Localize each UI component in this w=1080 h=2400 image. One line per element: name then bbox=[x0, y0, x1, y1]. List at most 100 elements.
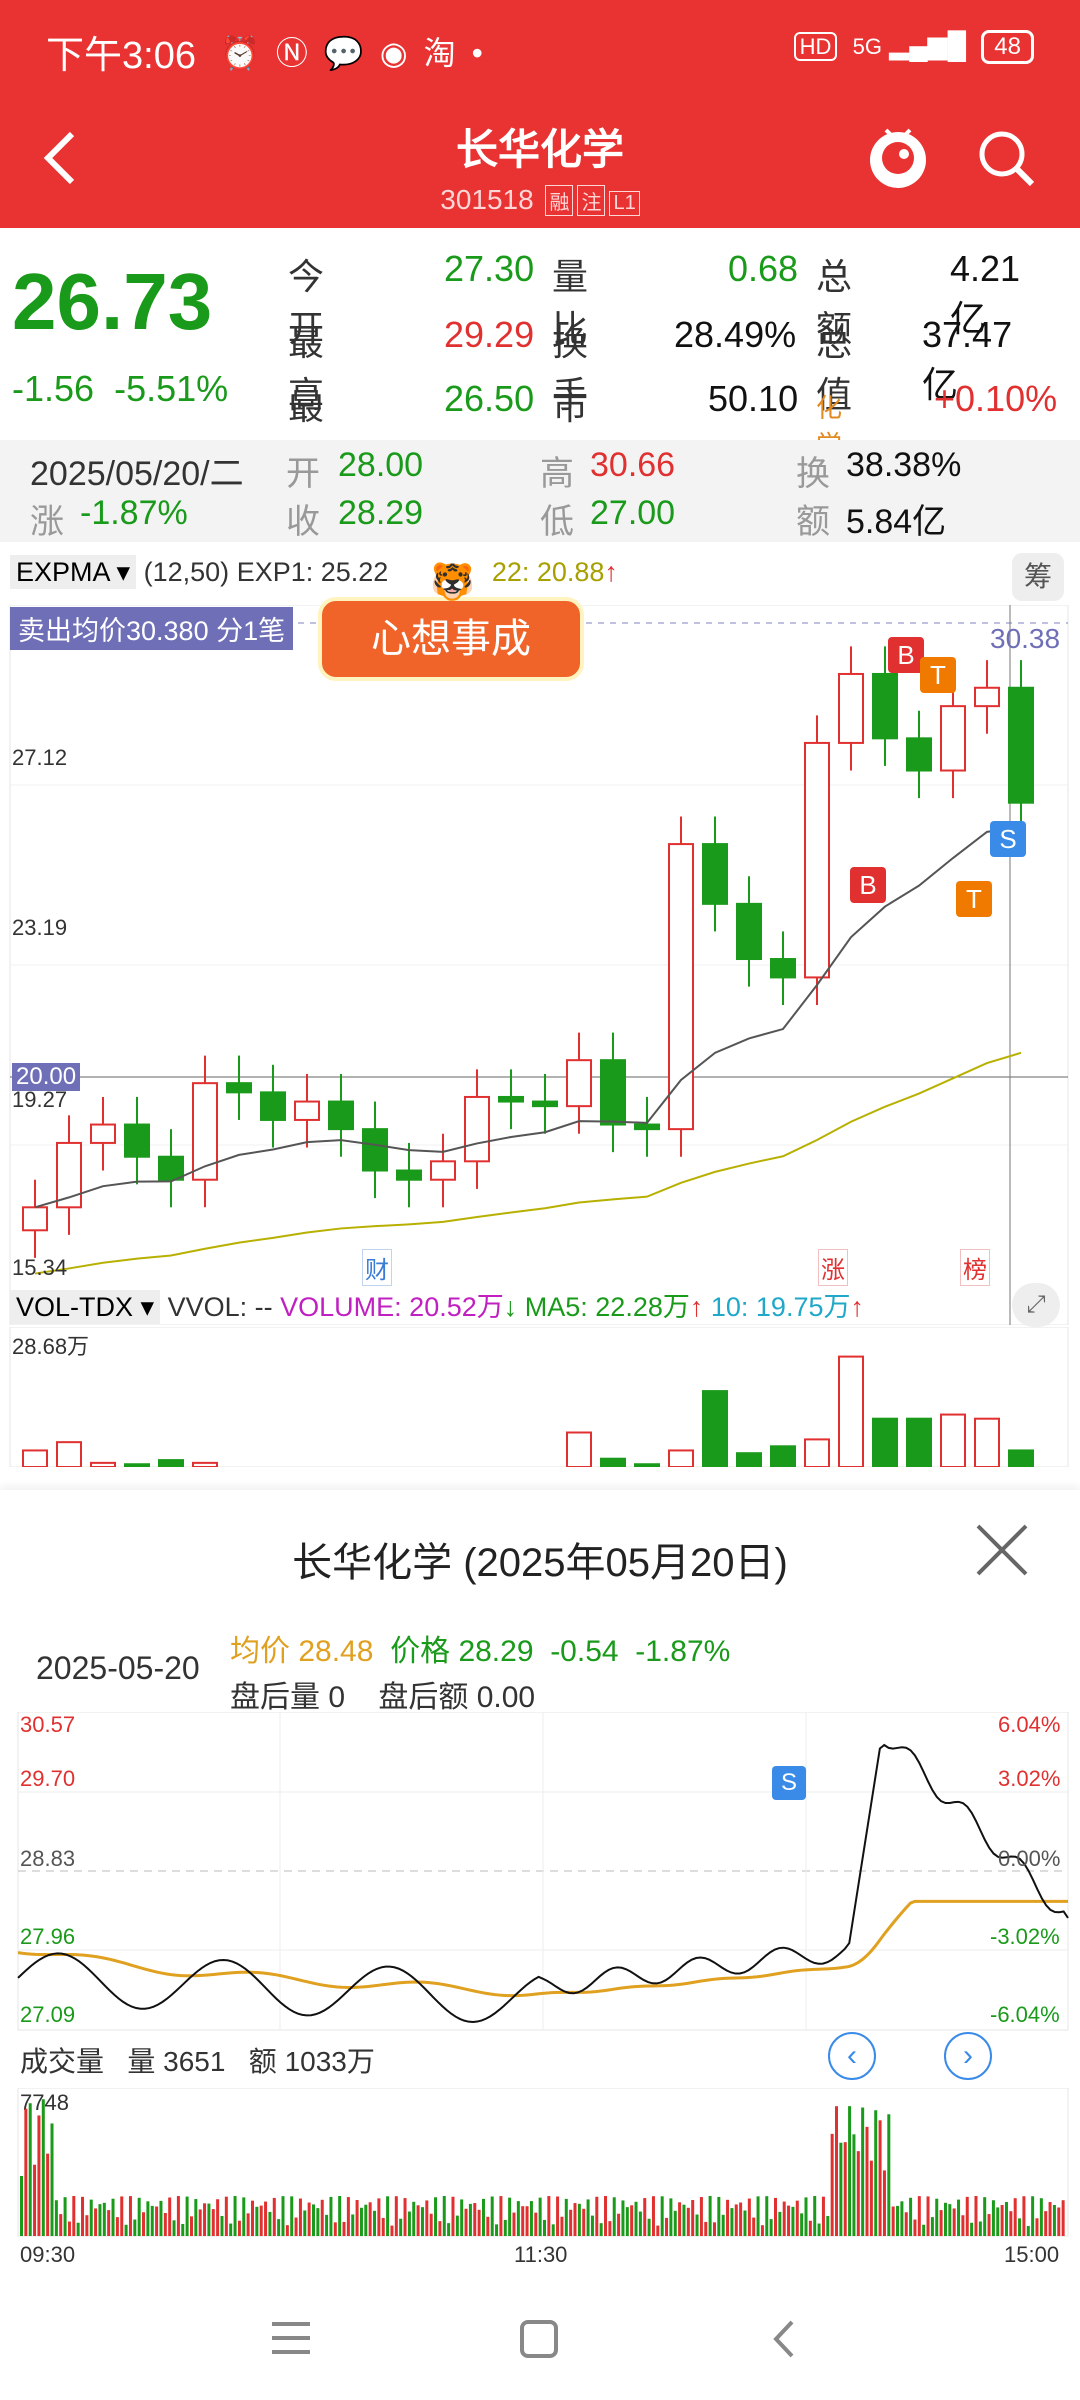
candle-body bbox=[90, 1123, 116, 1144]
intraday-volume-bar bbox=[734, 2204, 738, 2236]
intraday-volume-bar bbox=[882, 2170, 886, 2236]
intraday-volume-bar bbox=[403, 2198, 407, 2236]
kline-indicator-line: EXPMA ▾ (12,50) EXP1: 25.22 22: 20.88↑ bbox=[10, 555, 618, 589]
intraday-volume-bar bbox=[773, 2197, 777, 2236]
close-button[interactable] bbox=[972, 1520, 1032, 1580]
intraday-volume-bar bbox=[564, 2198, 568, 2236]
search-button[interactable] bbox=[976, 128, 1036, 188]
intraday-volume-bar bbox=[856, 2151, 860, 2236]
intraday-volume-bar bbox=[708, 2196, 712, 2236]
intraday-volume-bar bbox=[878, 2120, 882, 2236]
candle-body bbox=[294, 1100, 320, 1121]
sell-badge[interactable]: S bbox=[990, 821, 1026, 857]
intraday-volume-bar bbox=[869, 2160, 873, 2236]
intraday-volume-bar bbox=[290, 2196, 294, 2236]
intraday-volume-bar bbox=[538, 2197, 542, 2236]
prev-day-button[interactable]: ‹ bbox=[828, 2032, 876, 2080]
buy-badge-2[interactable]: B bbox=[850, 867, 886, 903]
volume-bar bbox=[906, 1417, 932, 1467]
menu-button[interactable] bbox=[266, 2314, 316, 2364]
intraday-volume-bar bbox=[102, 2202, 106, 2236]
intraday-volume-bar bbox=[948, 2204, 952, 2236]
intraday-volume-bar bbox=[909, 2197, 913, 2236]
intraday-volume-bar bbox=[150, 2205, 154, 2236]
intraday-volume-bar bbox=[98, 2204, 102, 2236]
intraday-volume-bar bbox=[699, 2197, 703, 2236]
volume-bar bbox=[56, 1441, 82, 1467]
intraday-volume-bar bbox=[904, 2212, 908, 2236]
intraday-volume-bar bbox=[922, 2224, 926, 2236]
next-day-button[interactable]: › bbox=[944, 2032, 992, 2080]
intraday-volume-bar bbox=[534, 2212, 538, 2236]
intraday-volume-bar bbox=[634, 2201, 638, 2236]
intraday-volume-bar bbox=[399, 2218, 403, 2236]
intraday-volume-bar bbox=[325, 2214, 329, 2236]
intraday-volume-bar bbox=[1039, 2198, 1043, 2236]
intraday-volume-bar bbox=[608, 2221, 612, 2236]
t-badge-1[interactable]: T bbox=[920, 657, 956, 693]
intraday-volume-bar bbox=[577, 2203, 581, 2236]
intraday-volume-bar bbox=[163, 2212, 167, 2236]
intraday-volume-bar bbox=[438, 2221, 442, 2236]
intraday-volume-bar bbox=[974, 2196, 978, 2236]
intraday-volume-bar bbox=[543, 2219, 546, 2236]
intraday-volume-bar bbox=[316, 2208, 320, 2236]
intraday-volume-bar bbox=[224, 2196, 228, 2236]
intraday-volume-bar bbox=[237, 2220, 241, 2236]
fullscreen-icon[interactable]: ⤢ bbox=[1012, 1283, 1060, 1327]
intraday-volume-bar bbox=[246, 2213, 250, 2236]
chip-distribution-button[interactable]: 筹 bbox=[1012, 553, 1064, 601]
intraday-volume-bar bbox=[242, 2197, 246, 2236]
intraday-volume-bar bbox=[582, 2208, 586, 2236]
kline-chart-area[interactable]: EXPMA ▾ (12,50) EXP1: 25.22 22: 20.88↑ 筹… bbox=[0, 545, 1080, 1495]
intraday-volume-bar bbox=[965, 2196, 969, 2236]
intraday-volume-bar bbox=[1000, 2205, 1004, 2236]
intraday-volume-bar bbox=[1009, 2211, 1013, 2236]
tag-zhu: 注 bbox=[577, 185, 606, 216]
marker-zhang[interactable]: 涨 bbox=[818, 1249, 848, 1286]
intraday-volume-bar bbox=[865, 2126, 869, 2236]
intraday-volume-bar bbox=[320, 2199, 324, 2236]
intraday-volume-svg bbox=[17, 2088, 1069, 2237]
intraday-volume-bar bbox=[312, 2204, 316, 2236]
intraday-volume-bar bbox=[756, 2196, 760, 2236]
candle-body bbox=[906, 737, 932, 772]
intraday-volume-bar bbox=[651, 2196, 655, 2236]
intraday-volume-bar bbox=[861, 2107, 865, 2236]
intraday-volume-bar bbox=[808, 2220, 812, 2236]
t-badge-2[interactable]: T bbox=[956, 881, 992, 917]
intraday-sell-badge[interactable]: S bbox=[772, 1766, 806, 1800]
intraday-volume-bar bbox=[791, 2206, 795, 2236]
intraday-volume-bar bbox=[259, 2205, 263, 2236]
current-price: 26.73 bbox=[12, 257, 213, 346]
intraday-volume-bar bbox=[33, 2164, 37, 2236]
intraday-volume-bar bbox=[303, 2210, 307, 2236]
marker-bang[interactable]: 榜 bbox=[960, 1249, 990, 1286]
taobao-icon: 淘 bbox=[423, 35, 472, 71]
robot-assistant-button[interactable] bbox=[866, 122, 930, 192]
alarm-icon: ⏰ bbox=[220, 35, 276, 71]
intraday-volume-bar bbox=[747, 2198, 751, 2236]
intraday-volume-bar bbox=[913, 2219, 917, 2236]
vol-indicator-select[interactable]: VOL-TDX ▾ bbox=[10, 1290, 161, 1324]
nav-back-icon bbox=[773, 2320, 794, 2358]
intraday-volume-bar bbox=[848, 2106, 852, 2236]
buy-badge-1[interactable]: B bbox=[888, 637, 924, 673]
intraday-volume-bar bbox=[181, 2223, 185, 2236]
intraday-volume-bar bbox=[516, 2201, 520, 2236]
volume-bar bbox=[770, 1445, 796, 1467]
marker-cai[interactable]: 财 bbox=[362, 1249, 392, 1286]
intraday-volume-bar bbox=[264, 2201, 268, 2236]
intraday-volume-bar bbox=[76, 2222, 80, 2236]
indicator-select[interactable]: EXPMA ▾ bbox=[10, 555, 137, 589]
intraday-volume-bar bbox=[891, 2206, 895, 2236]
intraday-volume-bar bbox=[987, 2214, 991, 2236]
intraday-volume-bar bbox=[425, 2200, 429, 2236]
nav-back-button[interactable] bbox=[760, 2314, 810, 2364]
candle-body bbox=[804, 741, 830, 979]
intraday-volume-bar bbox=[978, 2221, 982, 2236]
intraday-volume-bar bbox=[128, 2196, 132, 2236]
signal-area: HD 5G ▂▄▆█ 48 bbox=[793, 30, 1034, 64]
home-button[interactable] bbox=[514, 2314, 564, 2364]
intraday-volume-bar bbox=[137, 2197, 141, 2236]
